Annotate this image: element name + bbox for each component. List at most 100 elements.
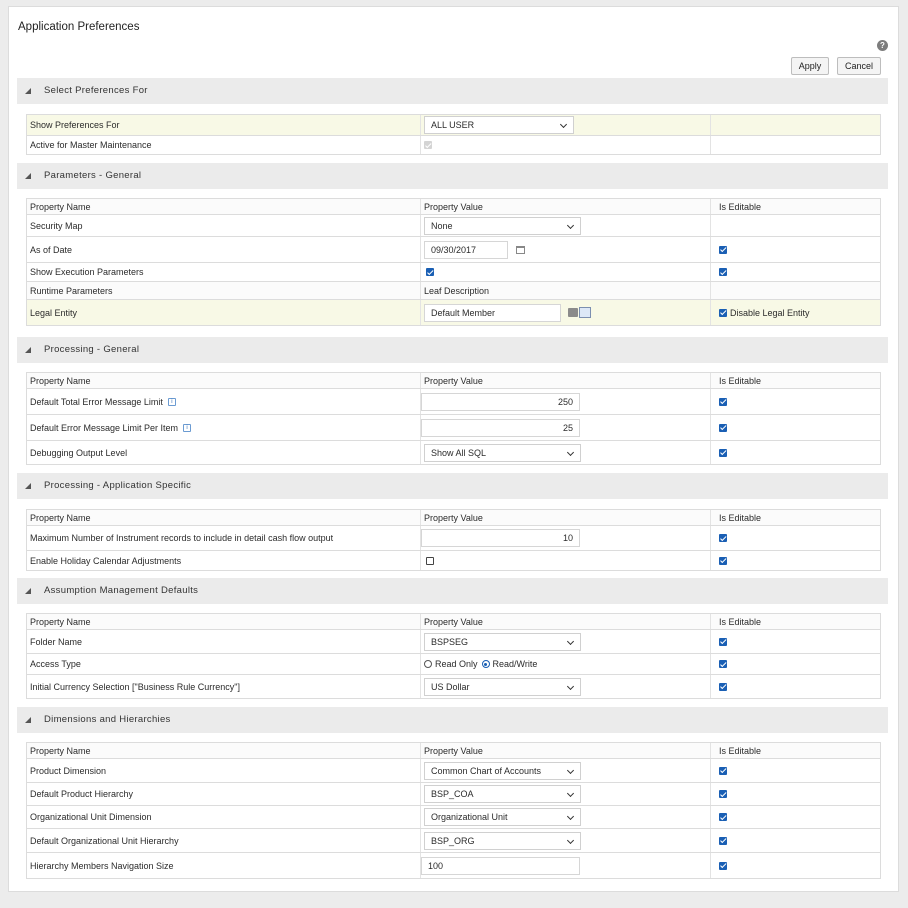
info-icon[interactable]: i <box>167 397 176 406</box>
per-item-editable-checkbox[interactable] <box>719 423 727 432</box>
column-header-property-value: Property Value <box>420 373 710 388</box>
column-header-property-name: Property Name <box>30 512 91 523</box>
hierarchy-browser-icon[interactable] <box>568 308 578 317</box>
row-product-hierarchy: Default Product Hierarchy BSP_COA <box>26 783 881 806</box>
label-debugging-output-level: Debugging Output Level <box>30 447 128 458</box>
currency-editable-checkbox[interactable] <box>719 682 727 691</box>
row-legal-entity: Legal Entity Default Member Disable Lega… <box>26 300 881 326</box>
as-of-date-editable-checkbox[interactable] <box>719 245 727 254</box>
row-folder-name: Folder Name BSPSEG <box>26 630 881 654</box>
row-max-instrument-records: Maximum Number of Instrument records to … <box>26 526 881 551</box>
row-active-master-maintenance: Active for Master Maintenance <box>26 136 881 155</box>
apply-button[interactable]: Apply <box>791 57 829 75</box>
row-show-preferences-for: Show Preferences For ALL USER <box>26 114 881 136</box>
cancel-button[interactable]: Cancel <box>837 57 881 75</box>
row-access-type: Access Type Read Only Read/Write <box>26 654 881 675</box>
total-error-editable-checkbox[interactable] <box>719 397 727 406</box>
table-header-row: Property Name Property Value Is Editable <box>26 742 881 759</box>
chevron-down-icon <box>566 812 575 821</box>
section-header-dimensions-hierarchies[interactable]: Dimensions and Hierarchies <box>17 707 888 733</box>
show-preferences-for-select[interactable]: ALL USER <box>424 116 574 134</box>
column-header-is-editable: Is Editable <box>710 373 882 388</box>
section-header-select-preferences[interactable]: Select Preferences For <box>17 78 888 104</box>
row-product-dimension: Product Dimension Common Chart of Accoun… <box>26 759 881 783</box>
label-total-error-limit: Default Total Error Message Limit <box>30 396 163 407</box>
column-header-property-value: Property Value <box>420 614 710 629</box>
section-title: Select Preferences For <box>44 85 148 96</box>
product-dimension-editable-checkbox[interactable] <box>719 766 727 775</box>
collapse-triangle-icon[interactable] <box>25 717 31 723</box>
initial-currency-select[interactable]: US Dollar <box>424 677 581 696</box>
calendar-icon[interactable] <box>516 245 525 254</box>
column-header-property-name: Property Name <box>30 201 91 212</box>
as-of-date-input[interactable]: 09/30/2017 <box>424 240 508 259</box>
section-header-parameters-general[interactable]: Parameters - General <box>17 163 888 189</box>
read-only-radio[interactable] <box>424 660 432 668</box>
section-title: Processing - General <box>44 344 140 355</box>
member-selector-icon[interactable] <box>579 307 591 318</box>
row-as-of-date: As of Date 09/30/2017 <box>26 237 881 263</box>
section-header-processing-general[interactable]: Processing - General <box>17 337 888 363</box>
org-hierarchy-editable-checkbox[interactable] <box>719 836 727 845</box>
navigation-size-input[interactable]: 100 <box>421 856 580 875</box>
section-title: Assumption Management Defaults <box>44 585 199 596</box>
label-max-instrument-records: Maximum Number of Instrument records to … <box>30 533 334 543</box>
folder-name-select[interactable]: BSPSEG <box>424 632 581 651</box>
table-header-row: Property Name Property Value Is Editable <box>26 198 881 215</box>
per-item-limit-input[interactable]: 25 <box>421 418 580 437</box>
label-show-preferences-for: Show Preferences For <box>30 120 120 130</box>
show-execution-editable-checkbox[interactable] <box>719 268 727 276</box>
section-header-assumption-management[interactable]: Assumption Management Defaults <box>17 578 888 604</box>
max-records-editable-checkbox[interactable] <box>719 534 727 542</box>
column-header-property-name: Property Name <box>30 616 91 627</box>
row-navigation-size: Hierarchy Members Navigation Size 100 <box>26 853 881 879</box>
column-header-property-value: Property Value <box>420 199 710 214</box>
total-error-limit-input[interactable]: 250 <box>421 392 580 411</box>
row-show-execution-parameters: Show Execution Parameters <box>26 263 881 282</box>
legal-entity-input[interactable]: Default Member <box>424 303 561 322</box>
chevron-down-icon <box>566 448 575 456</box>
column-header-property-value: Property Value <box>420 743 710 758</box>
label-per-item-limit: Default Error Message Limit Per Item <box>30 422 179 433</box>
product-hierarchy-select[interactable]: BSP_COA <box>424 785 581 803</box>
show-execution-parameters-checkbox[interactable] <box>426 268 434 276</box>
collapse-triangle-icon[interactable] <box>25 483 31 489</box>
chevron-down-icon <box>566 766 575 774</box>
access-type-editable-checkbox[interactable] <box>719 660 727 668</box>
row-holiday-calendar: Enable Holiday Calendar Adjustments <box>26 551 881 571</box>
security-map-select[interactable]: None <box>424 216 581 235</box>
label-initial-currency: Initial Currency Selection ["Business Ru… <box>30 681 240 692</box>
column-header-is-editable: Is Editable <box>710 199 882 214</box>
navigation-size-editable-checkbox[interactable] <box>719 861 727 870</box>
section-title: Parameters - General <box>44 170 142 181</box>
read-write-radio[interactable] <box>481 660 490 668</box>
collapse-triangle-icon[interactable] <box>25 173 31 179</box>
org-dimension-editable-checkbox[interactable] <box>719 813 727 821</box>
debugging-output-level-select[interactable]: Show All SQL <box>424 443 581 462</box>
label-security-map: Security Map <box>30 220 83 231</box>
holiday-editable-checkbox[interactable] <box>719 556 727 565</box>
max-instrument-records-input[interactable]: 10 <box>421 529 580 547</box>
collapse-triangle-icon[interactable] <box>25 588 31 594</box>
org-unit-hierarchy-select[interactable]: BSP_ORG <box>424 831 581 850</box>
section-title: Dimensions and Hierarchies <box>44 714 171 725</box>
help-icon[interactable]: ? <box>877 40 888 51</box>
collapse-triangle-icon[interactable] <box>25 88 31 94</box>
debugging-editable-checkbox[interactable] <box>719 448 727 457</box>
info-icon[interactable]: i <box>183 423 192 432</box>
column-header-property-name: Property Name <box>30 745 91 756</box>
org-unit-dimension-select[interactable]: Organizational Unit <box>424 808 581 826</box>
table-header-row: Property Name Property Value Is Editable <box>26 509 881 526</box>
label-navigation-size: Hierarchy Members Navigation Size <box>30 860 174 871</box>
holiday-calendar-checkbox[interactable] <box>426 556 434 565</box>
collapse-triangle-icon[interactable] <box>25 347 31 353</box>
section-header-processing-application-specific[interactable]: Processing - Application Specific <box>17 473 888 499</box>
product-dimension-select[interactable]: Common Chart of Accounts <box>424 761 581 780</box>
chevron-down-icon <box>566 637 575 645</box>
label-product-dimension: Product Dimension <box>30 765 107 776</box>
disable-legal-entity-checkbox[interactable] <box>719 308 727 317</box>
chevron-down-icon <box>566 682 575 690</box>
folder-editable-checkbox[interactable] <box>719 637 727 646</box>
product-hierarchy-editable-checkbox[interactable] <box>719 790 727 798</box>
row-per-item-limit: Default Error Message Limit Per Item i 2… <box>26 415 881 441</box>
